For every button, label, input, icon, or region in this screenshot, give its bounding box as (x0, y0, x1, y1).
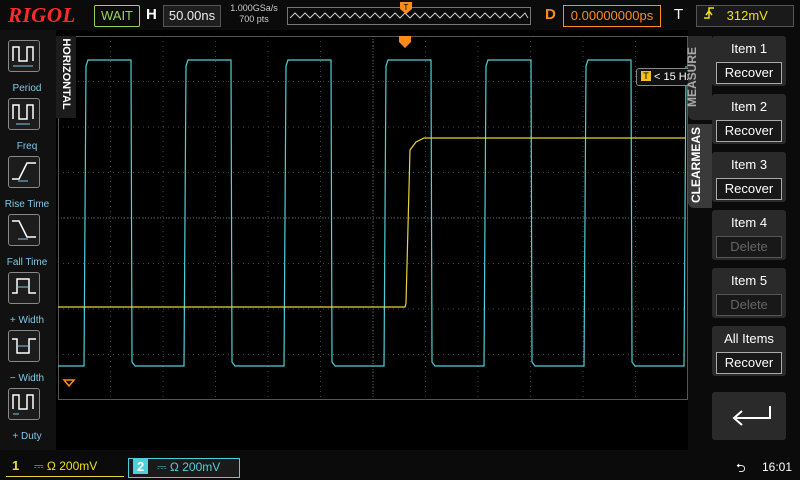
delay-value[interactable]: 0.00000000ps (563, 5, 661, 27)
period-button[interactable] (8, 40, 40, 72)
clock-time: 16:01 (762, 460, 793, 474)
ch2-number: 2 (133, 459, 149, 474)
recover-all-button[interactable]: Recover (716, 352, 782, 374)
acquisition-status: WAIT (94, 5, 140, 27)
ch2-scale: 200mV (182, 460, 221, 474)
pos-duty-button[interactable] (8, 388, 40, 420)
recover-item-3-button[interactable]: Recover (716, 178, 782, 200)
item-title: Item 1 (730, 41, 768, 56)
neg-width-button[interactable] (8, 330, 40, 362)
freq-label: Freq (16, 141, 38, 152)
rise-time-icon (12, 162, 36, 182)
trigger-info[interactable]: 312mV (696, 5, 794, 27)
sample-rate: 1.000GSa/s (230, 3, 278, 13)
horizontal-tab-label: HORIZONTAL (60, 38, 72, 110)
dc-coupling-icon: ⎓ (34, 459, 44, 473)
measure-item-1: Item 1 Recover (712, 36, 786, 86)
clearmeas-tab-label: CLEARMEAS (689, 126, 704, 204)
channel-1-offset-marker-icon (62, 379, 76, 388)
impedance-icon: Ω (46, 459, 56, 473)
period-icon (12, 46, 34, 67)
measure-item-3: Item 3 Recover (712, 152, 786, 202)
delay-label: D (545, 6, 556, 23)
ch1-number: 1 (12, 458, 20, 473)
item-title: All Items (724, 331, 774, 346)
graticule (58, 36, 688, 400)
measure-item-2: Item 2 Recover (712, 94, 786, 144)
trigger-level: 312mV (726, 8, 768, 23)
waveform-display[interactable]: T < 15 Hz (58, 30, 698, 450)
pos-width-button[interactable] (8, 272, 40, 304)
measure-menu-panel: MEASURE CLEARMEAS Item 1 Recover Item 2 … (685, 30, 800, 450)
rising-edge-icon (703, 6, 715, 26)
delete-item-4-button[interactable]: Delete (716, 236, 782, 258)
positive-duty-icon (12, 394, 34, 415)
item-title: Item 3 (730, 157, 768, 172)
usb-icon: ⮌ (736, 461, 746, 475)
measure-item-5: Item 5 Delete (712, 268, 786, 318)
trigger-position-marker-icon: T (400, 2, 412, 14)
period-label: Period (12, 83, 42, 94)
recover-item-1-button[interactable]: Recover (716, 62, 782, 84)
ch2-settings: ⎓ Ω 200mV (157, 460, 220, 475)
negative-width-icon (12, 338, 36, 354)
channel-1-trace (58, 137, 686, 308)
trigger-label: T (674, 6, 684, 23)
recover-item-2-button[interactable]: Recover (716, 120, 782, 142)
trigger-icon: T (641, 71, 651, 81)
item-title: Item 2 (730, 99, 768, 114)
dc-coupling-icon: ⎓ (157, 460, 167, 474)
impedance-icon: Ω (169, 460, 179, 474)
brand-logo: RIGOL (8, 3, 76, 27)
sample-rate-info: 1.000GSa/s 700 pts (226, 3, 282, 25)
measure-item-4: Item 4 Delete (712, 210, 786, 260)
delete-item-5-button[interactable]: Delete (716, 294, 782, 316)
rise-time-button[interactable] (8, 156, 40, 188)
timebase-value[interactable]: 50.00ns (163, 5, 221, 27)
back-button[interactable] (712, 392, 786, 440)
pos-duty-label: + Duty (12, 431, 42, 442)
return-arrow-icon (732, 406, 771, 426)
all-items: All Items Recover (712, 326, 786, 376)
ch1-scale: 200mV (59, 459, 98, 473)
freq-icon (12, 104, 34, 125)
fall-time-button[interactable] (8, 214, 40, 246)
item-title: Item 5 (730, 273, 768, 288)
measure-tab[interactable]: MEASURE (685, 36, 712, 120)
top-status-bar: RIGOL WAIT H 50.00ns 1.000GSa/s 700 pts … (0, 0, 800, 30)
pos-width-label: + Width (9, 315, 45, 326)
freq-button[interactable] (8, 98, 40, 130)
ch1-settings: ⎓ Ω 200mV (34, 459, 97, 474)
neg-width-label: − Width (9, 373, 45, 384)
channel-status-bar: 1 ⎓ Ω 200mV 2 ⎓ Ω 200mV ⮌ 16:01 (0, 450, 800, 480)
rise-time-label: Rise Time (4, 199, 50, 210)
item-title: Item 4 (730, 215, 768, 230)
channel-2-trace (58, 59, 687, 367)
memory-points: 700 pts (239, 14, 269, 24)
fall-time-label: Fall Time (6, 257, 48, 268)
trigger-top-marker-icon (399, 36, 411, 48)
channel-2-indicator[interactable]: 2 ⎓ Ω 200mV (128, 458, 240, 478)
clearmeas-tab[interactable]: CLEARMEAS (688, 124, 712, 208)
measure-tab-label: MEASURE (685, 46, 700, 108)
measurement-selector-panel: Period Freq Rise Time Fall Time + Width … (0, 30, 56, 450)
fall-time-icon (12, 220, 36, 240)
svg-text:T: T (404, 3, 409, 12)
positive-width-icon (12, 278, 36, 294)
horizontal-tab[interactable]: HORIZONTAL (56, 36, 76, 118)
horizontal-label: H (146, 6, 157, 23)
channel-1-indicator[interactable]: 1 ⎓ Ω 200mV (6, 458, 124, 477)
